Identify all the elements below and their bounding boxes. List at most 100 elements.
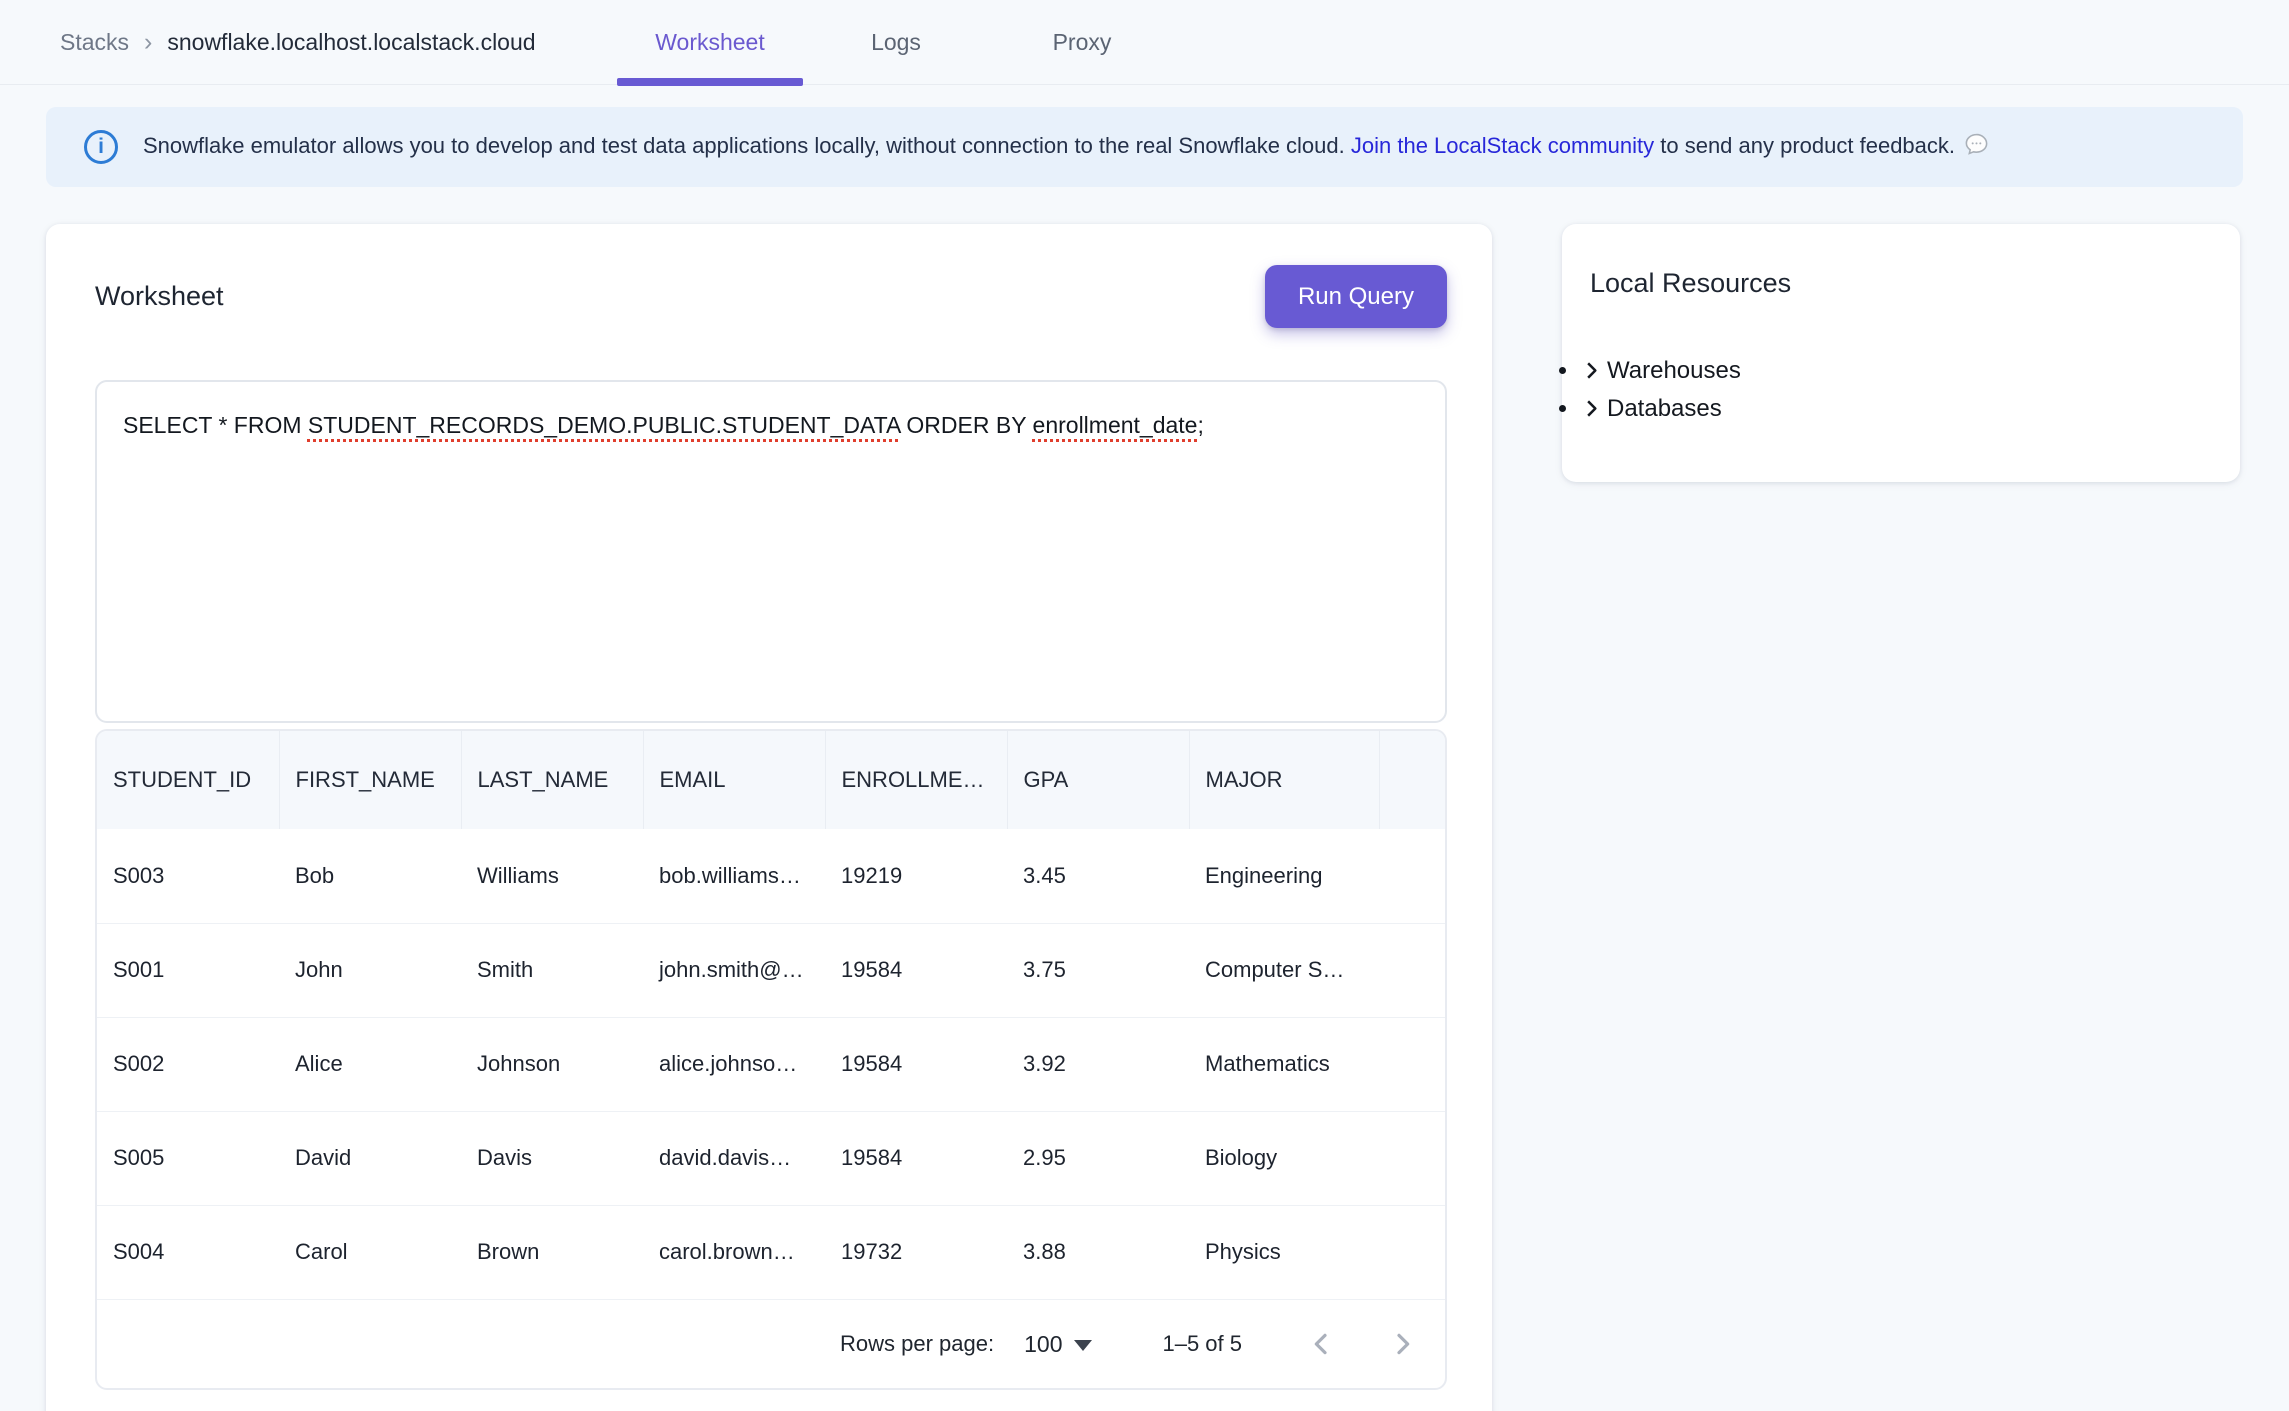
- column-header-last-name[interactable]: LAST_NAME: [461, 731, 643, 829]
- tab-bar: WorksheetLogsProxy: [617, 0, 1175, 85]
- chevron-right-icon: [1580, 396, 1603, 430]
- table-cell: 2.95: [1007, 1111, 1189, 1205]
- breadcrumb-stacks-link[interactable]: Stacks: [60, 29, 129, 56]
- results-table-container: STUDENT_IDFIRST_NAMELAST_NAMEEMAILENROLL…: [95, 729, 1447, 1390]
- chevron-right-icon: [1387, 1328, 1419, 1360]
- results-table: STUDENT_IDFIRST_NAMELAST_NAMEEMAILENROLL…: [97, 731, 1445, 1299]
- column-header-first-name[interactable]: FIRST_NAME: [279, 731, 461, 829]
- breadcrumb: Stacks › snowflake.localhost.localstack.…: [60, 0, 536, 85]
- breadcrumb-separator-icon: ›: [144, 28, 152, 57]
- resources-list: Warehouses Databases: [1562, 354, 1741, 430]
- chevron-left-icon: [1305, 1328, 1337, 1360]
- sql-editor[interactable]: SELECT * FROM STUDENT_RECORDS_DEMO.PUBLI…: [95, 380, 1447, 723]
- sql-token-misspelled: enrollment_date: [1033, 412, 1198, 438]
- table-cell: 19584: [825, 1111, 1007, 1205]
- table-cell-spacer: [1379, 1111, 1445, 1205]
- table-row[interactable]: S003BobWilliamsbob.williams…192193.45Eng…: [97, 829, 1445, 923]
- table-cell: Carol: [279, 1205, 461, 1299]
- table-cell: Bob: [279, 829, 461, 923]
- table-cell: Johnson: [461, 1017, 643, 1111]
- table-cell: Alice: [279, 1017, 461, 1111]
- table-cell: Physics: [1189, 1205, 1379, 1299]
- table-row[interactable]: S002AliceJohnsonalice.johnso…195843.92Ma…: [97, 1017, 1445, 1111]
- table-cell: 3.75: [1007, 923, 1189, 1017]
- table-cell: alice.johnso…: [643, 1017, 825, 1111]
- table-cell: 19732: [825, 1205, 1007, 1299]
- table-cell: david.davis…: [643, 1111, 825, 1205]
- sql-token: SELECT * FROM: [123, 412, 308, 438]
- table-cell: S004: [97, 1205, 279, 1299]
- column-header-gpa[interactable]: GPA: [1007, 731, 1189, 829]
- resource-item-label: Databases: [1607, 395, 1722, 422]
- previous-page-button[interactable]: [1304, 1327, 1338, 1361]
- localstack-community-link[interactable]: Join the LocalStack community: [1351, 133, 1654, 158]
- worksheet-title: Worksheet: [95, 281, 224, 312]
- table-cell: S001: [97, 923, 279, 1017]
- table-cell: 3.45: [1007, 829, 1189, 923]
- table-cell: bob.williams…: [643, 829, 825, 923]
- table-cell: S005: [97, 1111, 279, 1205]
- table-cell: 3.88: [1007, 1205, 1189, 1299]
- speech-bubble-icon: [1963, 131, 1990, 164]
- column-header-email[interactable]: EMAIL: [643, 731, 825, 829]
- table-row[interactable]: S005DavidDavisdavid.davis…195842.95Biolo…: [97, 1111, 1445, 1205]
- resource-item-label: Warehouses: [1607, 357, 1741, 384]
- local-resources-title: Local Resources: [1590, 268, 1791, 299]
- pagination-bar: Rows per page: 100 1–5 of 5: [97, 1299, 1445, 1388]
- table-cell: 3.92: [1007, 1017, 1189, 1111]
- table-cell: 19584: [825, 1017, 1007, 1111]
- breadcrumb-current-stack: snowflake.localhost.localstack.cloud: [167, 29, 535, 56]
- next-page-button[interactable]: [1386, 1327, 1420, 1361]
- table-cell: 19219: [825, 829, 1007, 923]
- table-cell: Biology: [1189, 1111, 1379, 1205]
- chevron-right-icon: [1580, 358, 1603, 392]
- table-cell: Computer S…: [1189, 923, 1379, 1017]
- rows-per-page-value: 100: [1024, 1331, 1062, 1358]
- banner-text: Snowflake emulator allows you to develop…: [143, 131, 1990, 164]
- column-header-spacer: [1379, 731, 1445, 829]
- table-cell: carol.brown…: [643, 1205, 825, 1299]
- table-cell: Smith: [461, 923, 643, 1017]
- tab-logs[interactable]: Logs: [803, 0, 989, 85]
- rows-per-page-select[interactable]: 100: [1024, 1331, 1092, 1358]
- table-cell-spacer: [1379, 923, 1445, 1017]
- column-header-enrollme-[interactable]: ENROLLME…: [825, 731, 1007, 829]
- table-cell: john.smith@…: [643, 923, 825, 1017]
- tab-proxy[interactable]: Proxy: [989, 0, 1175, 85]
- banner-text-after-link: to send any product feedback.: [1654, 133, 1955, 158]
- resource-item-warehouses[interactable]: Warehouses: [1580, 354, 1741, 392]
- resource-item-databases[interactable]: Databases: [1580, 392, 1741, 430]
- table-row[interactable]: S001JohnSmithjohn.smith@…195843.75Comput…: [97, 923, 1445, 1017]
- rows-per-page-label: Rows per page:: [840, 1331, 994, 1357]
- table-cell: John: [279, 923, 461, 1017]
- table-cell-spacer: [1379, 1017, 1445, 1111]
- table-cell: Mathematics: [1189, 1017, 1379, 1111]
- table-cell: 19584: [825, 923, 1007, 1017]
- info-icon: i: [84, 130, 118, 164]
- run-query-button[interactable]: Run Query: [1265, 265, 1447, 328]
- table-cell: Engineering: [1189, 829, 1379, 923]
- table-row[interactable]: S004CarolBrowncarol.brown…197323.88Physi…: [97, 1205, 1445, 1299]
- info-banner: i Snowflake emulator allows you to devel…: [46, 107, 2243, 187]
- tab-worksheet[interactable]: Worksheet: [617, 0, 803, 85]
- table-cell: Davis: [461, 1111, 643, 1205]
- table-cell: S003: [97, 829, 279, 923]
- pagination-range-label: 1–5 of 5: [1162, 1331, 1242, 1357]
- sql-token-misspelled: STUDENT_RECORDS_DEMO.PUBLIC.STUDENT_DATA: [308, 412, 900, 438]
- column-header-major[interactable]: MAJOR: [1189, 731, 1379, 829]
- table-cell-spacer: [1379, 829, 1445, 923]
- local-resources-panel: Local Resources Warehouses Databases: [1562, 224, 2240, 482]
- sql-token: ;: [1197, 412, 1203, 438]
- top-navigation-bar: Stacks › snowflake.localhost.localstack.…: [0, 0, 2289, 85]
- table-cell: Williams: [461, 829, 643, 923]
- worksheet-panel: Worksheet Run Query SELECT * FROM STUDEN…: [46, 224, 1492, 1411]
- table-cell: S002: [97, 1017, 279, 1111]
- chevron-down-icon: [1074, 1340, 1092, 1351]
- results-table-body: S003BobWilliamsbob.williams…192193.45Eng…: [97, 829, 1445, 1299]
- column-header-student-id[interactable]: STUDENT_ID: [97, 731, 279, 829]
- table-cell: David: [279, 1111, 461, 1205]
- table-cell: Brown: [461, 1205, 643, 1299]
- sql-token: ORDER BY: [900, 412, 1033, 438]
- table-header-row: STUDENT_IDFIRST_NAMELAST_NAMEEMAILENROLL…: [97, 731, 1445, 829]
- banner-text-before-link: Snowflake emulator allows you to develop…: [143, 133, 1351, 158]
